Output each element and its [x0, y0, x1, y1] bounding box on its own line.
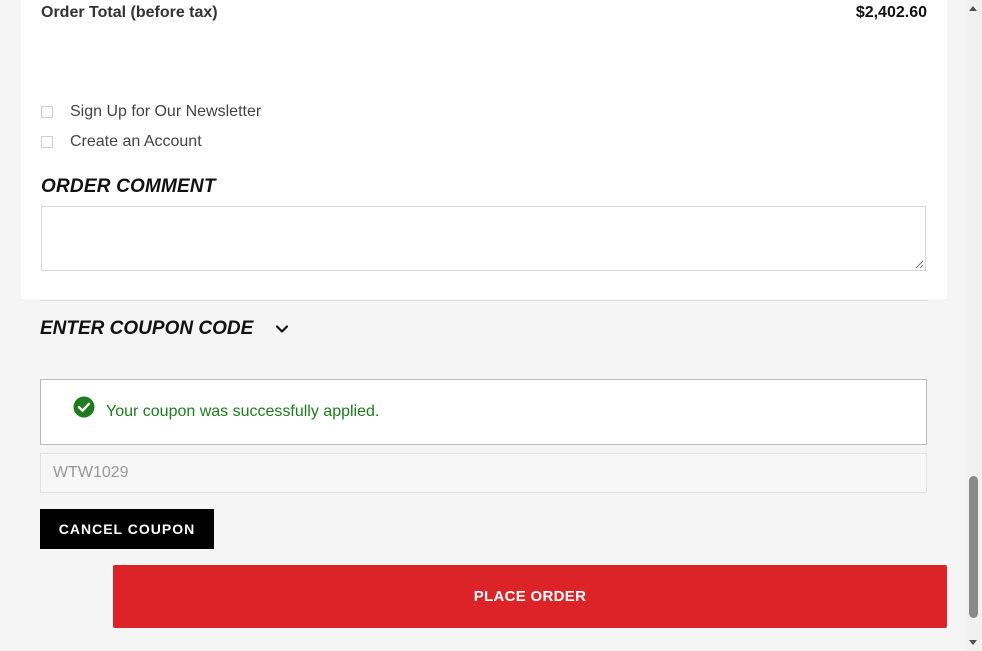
- order-total-value: $2,402.60: [855, 4, 927, 21]
- order-total-row: Order Total (before tax) $2,402.60: [41, 4, 927, 22]
- place-order-button[interactable]: PLACE ORDER: [113, 565, 947, 628]
- order-comment-textarea[interactable]: [41, 206, 926, 271]
- scroll-down-icon[interactable]: [969, 640, 977, 645]
- scrollbar-thumb[interactable]: [969, 476, 978, 618]
- checkout-viewport: Order Total (before tax) $2,402.60 Sign …: [0, 0, 982, 651]
- page-scrollbar[interactable]: [965, 0, 982, 651]
- resize-grip-icon[interactable]: [915, 260, 923, 268]
- order-total-label: Order Total (before tax): [41, 4, 218, 21]
- check-circle-icon: [73, 396, 95, 418]
- order-comment-heading: ORDER COMMENT: [41, 176, 216, 197]
- coupon-success-message: Your coupon was successfully applied.: [106, 403, 380, 420]
- coupon-toggle[interactable]: ENTER COUPON CODE: [40, 318, 289, 340]
- chevron-down-icon[interactable]: [275, 322, 289, 336]
- create-account-option[interactable]: Create an Account: [41, 133, 202, 151]
- scroll-up-icon[interactable]: [969, 6, 977, 11]
- newsletter-checkbox[interactable]: [41, 106, 53, 118]
- coupon-success-notice: Your coupon was successfully applied.: [40, 379, 927, 445]
- create-account-label: Create an Account: [70, 133, 202, 150]
- coupon-code-input[interactable]: [40, 453, 927, 493]
- newsletter-label: Sign Up for Our Newsletter: [70, 103, 262, 120]
- coupon-toggle-label: ENTER COUPON CODE: [40, 318, 254, 339]
- newsletter-option[interactable]: Sign Up for Our Newsletter: [41, 103, 261, 121]
- create-account-checkbox[interactable]: [41, 136, 53, 148]
- cancel-coupon-button[interactable]: CANCEL COUPON: [40, 509, 214, 549]
- section-divider: [40, 300, 928, 301]
